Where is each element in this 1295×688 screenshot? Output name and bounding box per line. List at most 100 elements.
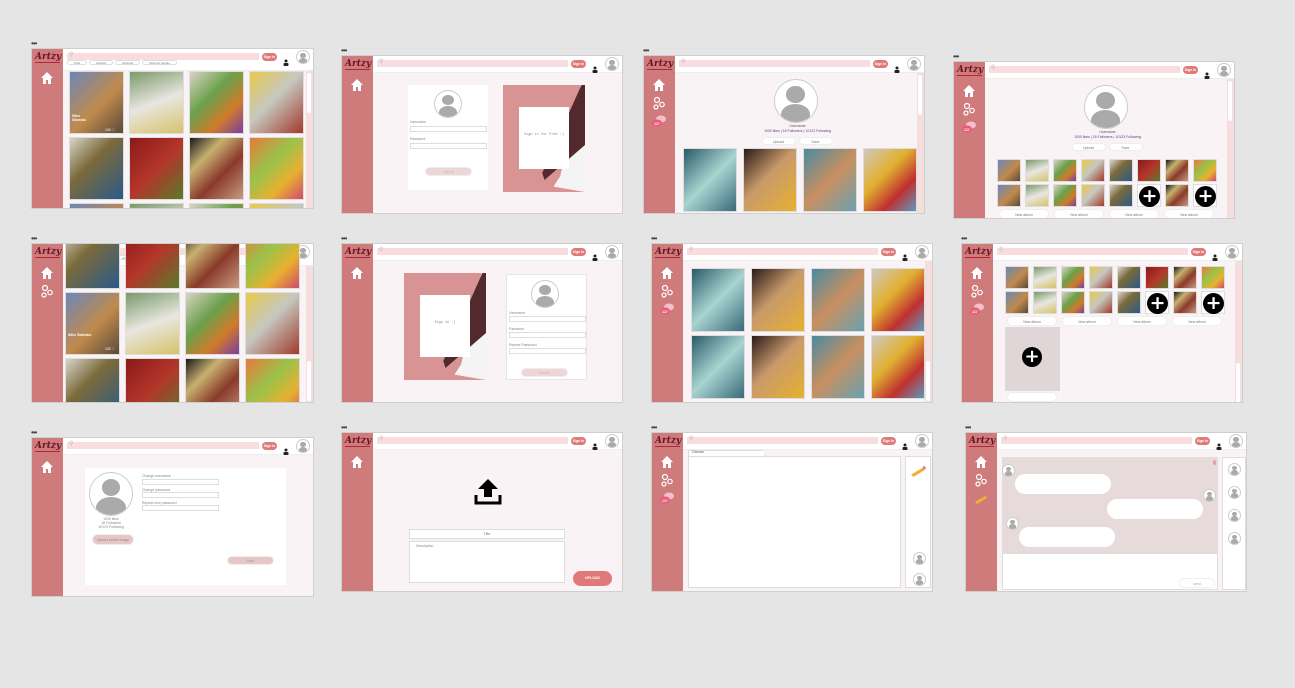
new-album-button[interactable]: New album	[1062, 316, 1112, 326]
scrollbar[interactable]	[1228, 81, 1232, 121]
user-icon[interactable]	[1216, 437, 1222, 450]
sign-in-button[interactable]: Sign In	[873, 60, 888, 68]
password-input[interactable]	[410, 143, 487, 149]
upload-button[interactable]: Upload	[761, 137, 796, 145]
change-password-input[interactable]	[142, 492, 219, 498]
user-icon[interactable]	[902, 437, 908, 450]
save-button[interactable]: Save	[1108, 143, 1143, 151]
artwork-thumbnail[interactable]	[1109, 159, 1133, 182]
app-logo[interactable]: Artzy	[965, 247, 991, 258]
artwork-thumbnail[interactable]	[1005, 291, 1029, 314]
username-input[interactable]	[410, 126, 487, 132]
artwork-thumbnail[interactable]	[1173, 291, 1197, 314]
artwork-thumbnail[interactable]	[1053, 184, 1077, 207]
sign-in-button[interactable]: Sign In	[571, 60, 586, 68]
new-album-button[interactable]: New album	[1117, 316, 1167, 326]
artwork-thumbnail[interactable]	[997, 159, 1021, 182]
app-logo[interactable]: Artzy	[655, 436, 681, 447]
artwork-thumbnail[interactable]	[1109, 184, 1133, 207]
artwork-thumbnail[interactable]	[811, 268, 865, 332]
artwork-thumbnail[interactable]	[1081, 184, 1105, 207]
home-icon[interactable]	[970, 266, 984, 280]
artwork-thumbnail[interactable]	[129, 71, 184, 134]
sign-in-button[interactable]: Sign In	[262, 442, 277, 450]
settings-gears-icon[interactable]	[974, 473, 988, 487]
frame-menu-dots[interactable]: •••	[643, 47, 649, 55]
home-icon[interactable]	[350, 78, 364, 92]
settings-gears-icon[interactable]	[660, 473, 674, 487]
album-name-field[interactable]	[1007, 392, 1057, 402]
artwork-thumbnail[interactable]	[691, 268, 745, 332]
artwork-thumbnail[interactable]: +	[1201, 291, 1225, 314]
chat-icon[interactable]	[660, 302, 674, 316]
save-settings-button[interactable]: Save	[227, 556, 274, 565]
artwork-thumbnail[interactable]	[1165, 159, 1189, 182]
artwork-thumbnail[interactable]	[691, 335, 745, 399]
artwork-thumbnail[interactable]	[125, 358, 180, 402]
artwork-thumbnail[interactable]	[863, 148, 917, 212]
artwork-thumbnail[interactable]	[125, 292, 180, 355]
home-icon[interactable]	[974, 455, 988, 469]
home-icon[interactable]	[350, 455, 364, 469]
home-icon[interactable]	[350, 266, 364, 280]
featured-author[interactable]: Silke Slavisku	[68, 333, 91, 337]
sign-in-button[interactable]: Sign In	[881, 437, 896, 445]
artwork-thumbnail[interactable]	[1005, 266, 1029, 289]
artwork-thumbnail[interactable]	[185, 358, 240, 402]
add-icon[interactable]: +	[1022, 347, 1042, 367]
settings-gears-icon[interactable]	[40, 284, 54, 298]
user-icon[interactable]	[592, 60, 598, 73]
artwork-thumbnail[interactable]	[65, 358, 120, 402]
artwork-thumbnail[interactable]	[683, 148, 737, 212]
artwork-thumbnail[interactable]	[751, 268, 805, 332]
new-album-button[interactable]: New album	[1164, 209, 1214, 218]
upload-icon[interactable]	[474, 477, 502, 505]
artwork-thumbnail[interactable]	[751, 335, 805, 399]
home-icon[interactable]	[40, 460, 54, 474]
add-icon[interactable]: +	[1139, 186, 1160, 207]
change-username-input[interactable]	[142, 479, 219, 485]
filter-tab[interactable]: Post	[67, 60, 88, 65]
scrollbar[interactable]	[1236, 363, 1240, 402]
search-input[interactable]: ⚲	[67, 441, 259, 449]
artwork-thumbnail[interactable]	[125, 244, 180, 289]
settings-gears-icon[interactable]	[970, 284, 984, 298]
user-icon[interactable]	[902, 248, 908, 261]
artwork-thumbnail[interactable]	[129, 137, 184, 200]
upload-profile-image-button[interactable]: Upload profile image	[92, 534, 134, 545]
pencil-tool-icon[interactable]	[910, 462, 926, 477]
chat-icon[interactable]	[652, 114, 666, 128]
scrollbar[interactable]	[926, 361, 930, 401]
sign-in-button[interactable]: Sign In	[571, 437, 586, 445]
search-input[interactable]: ⚲	[687, 247, 878, 255]
repeat-password-input[interactable]	[142, 505, 219, 511]
app-logo[interactable]: Artzy	[345, 436, 371, 447]
artwork-thumbnail[interactable]	[811, 402, 865, 403]
frame-menu-dots[interactable]: •••	[953, 53, 959, 61]
frame-menu-dots[interactable]: •••	[31, 235, 37, 243]
app-logo[interactable]: Artzy	[345, 59, 371, 70]
add-icon[interactable]: +	[1147, 293, 1168, 314]
artwork-thumbnail[interactable]	[871, 402, 925, 403]
frame-menu-dots[interactable]: •••	[651, 235, 657, 243]
search-input[interactable]: ⚲	[377, 247, 568, 255]
sign-in-button[interactable]: Sign In	[1195, 437, 1210, 445]
app-logo[interactable]: Artzy	[957, 65, 983, 76]
chat-icon[interactable]	[962, 120, 976, 134]
title-input[interactable]: Title	[409, 529, 565, 539]
user-icon[interactable]	[894, 60, 900, 73]
artwork-thumbnail[interactable]: +	[1137, 184, 1161, 207]
artwork-thumbnail[interactable]	[1025, 159, 1049, 182]
add-icon[interactable]: +	[1195, 186, 1216, 207]
drawing-canvas[interactable]	[688, 456, 901, 588]
artwork-thumbnail[interactable]	[189, 203, 244, 208]
artwork-thumbnail[interactable]	[691, 402, 745, 403]
home-icon[interactable]	[40, 266, 54, 280]
frame-menu-dots[interactable]: •••	[961, 235, 967, 243]
app-logo[interactable]: Artzy	[647, 59, 673, 70]
app-logo[interactable]: Artzy	[35, 441, 61, 452]
home-icon[interactable]	[660, 266, 674, 280]
filter-tab[interactable]: Artwork	[89, 60, 114, 65]
artwork-thumbnail[interactable]	[1117, 291, 1141, 314]
frame-menu-dots[interactable]: •••	[341, 47, 347, 55]
